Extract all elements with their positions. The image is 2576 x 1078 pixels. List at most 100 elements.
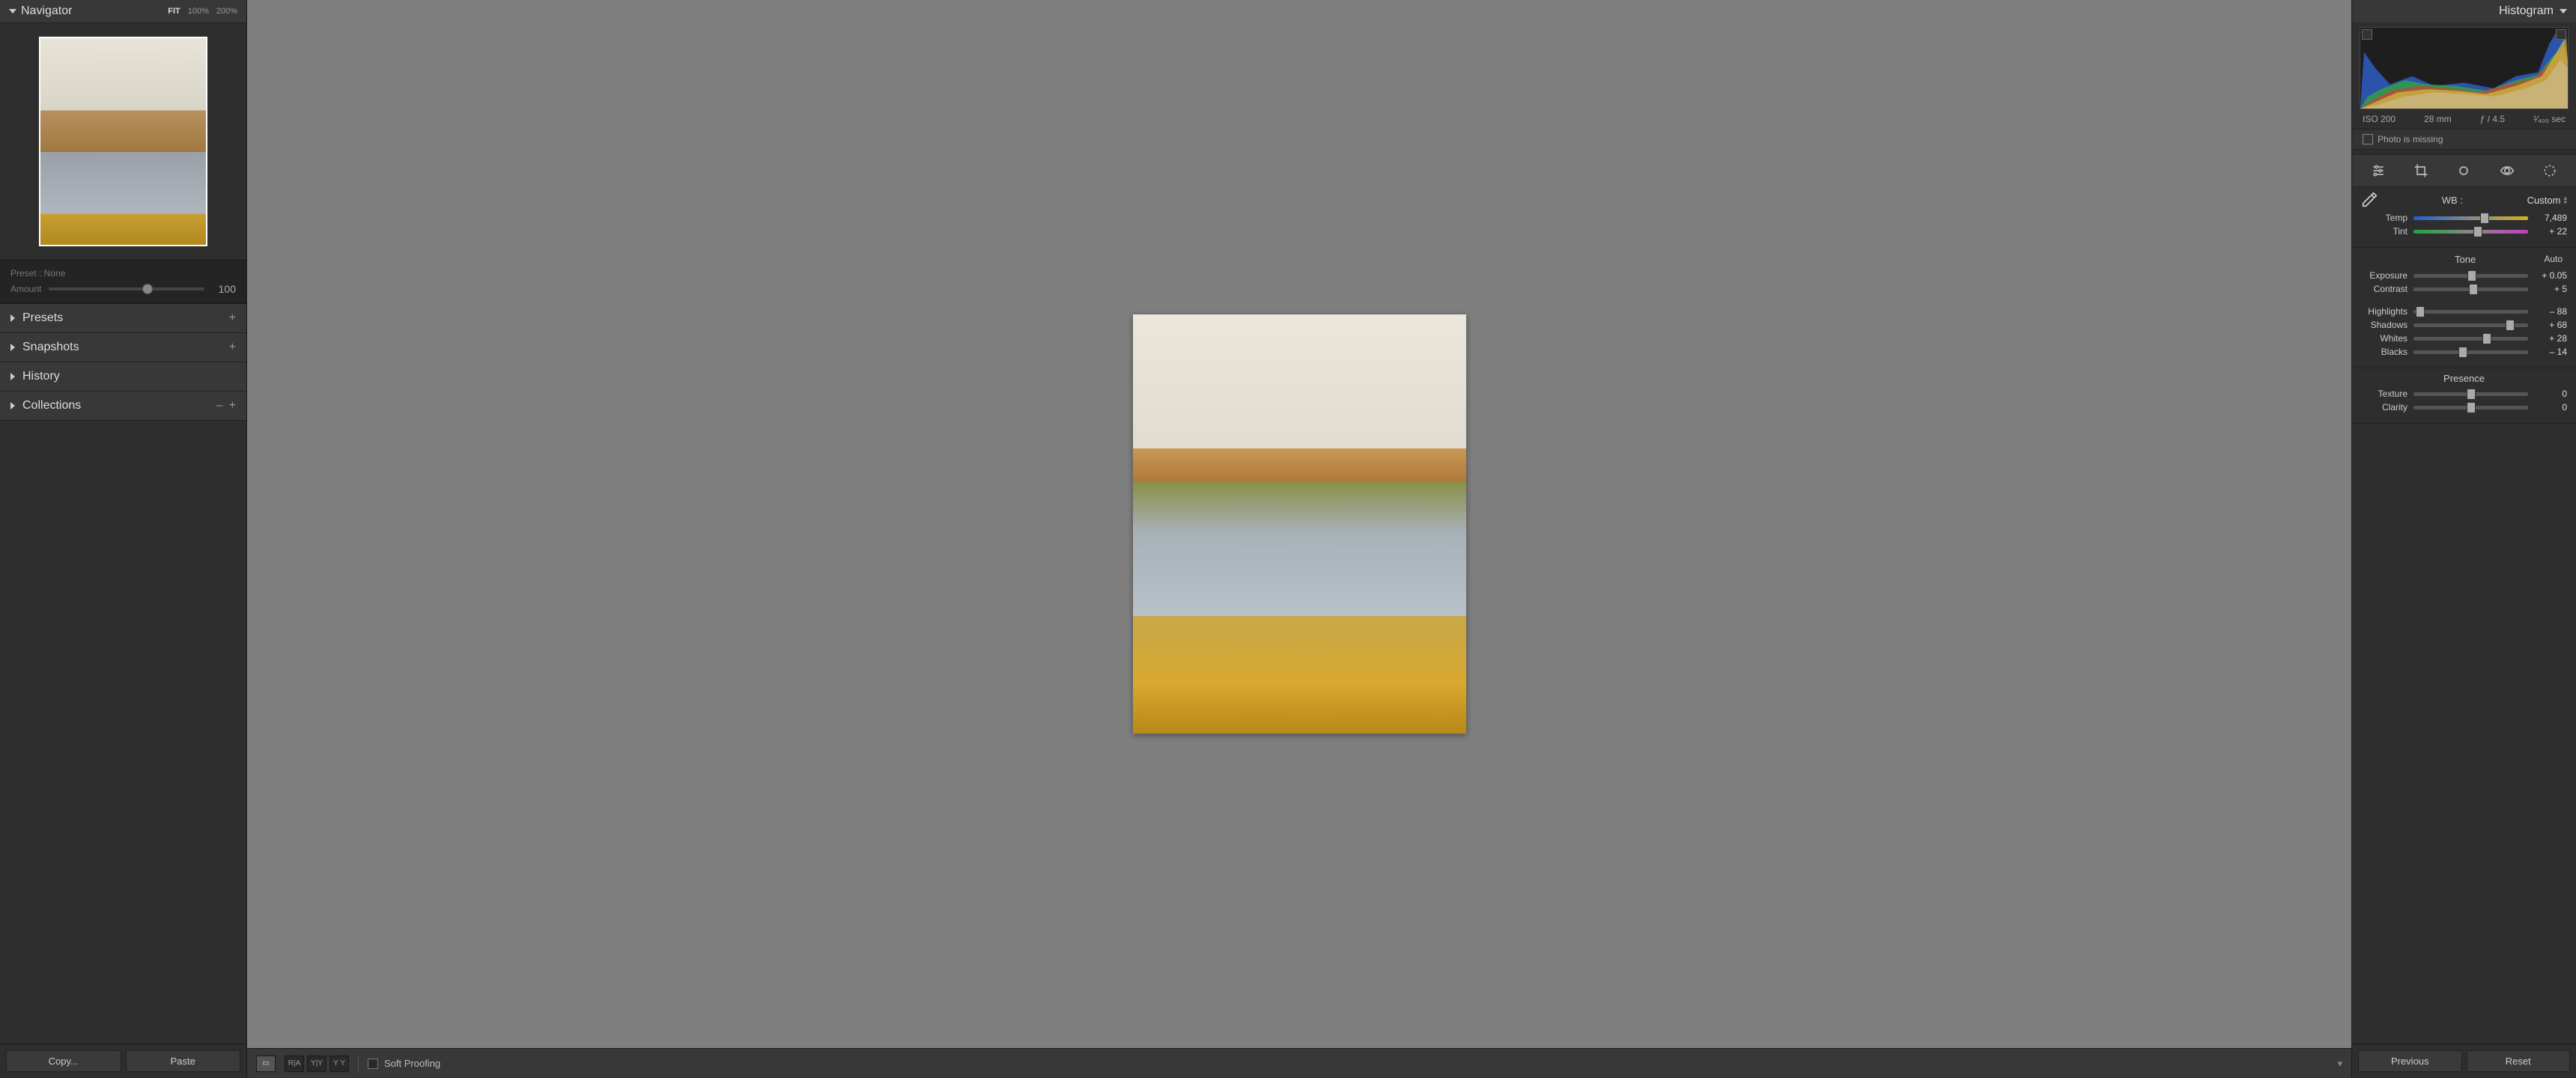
exif-row: ISO 200 28 mm ƒ / 4.5 ¹⁄₄₀₀ sec bbox=[2352, 112, 2576, 129]
warning-icon bbox=[2363, 134, 2373, 144]
contrast-slider[interactable] bbox=[2414, 287, 2528, 291]
clarity-label: Clarity bbox=[2361, 402, 2408, 412]
exif-iso: ISO 200 bbox=[2363, 114, 2396, 124]
center-area: ▭ R|A Y|Y Y Y Soft Proofing ▾ bbox=[247, 0, 2351, 1078]
blacks-label: Blacks bbox=[2361, 347, 2408, 357]
exposure-slider[interactable] bbox=[2414, 274, 2528, 278]
reset-button[interactable]: Reset bbox=[2467, 1050, 2571, 1072]
presence-section: Presence Texture 0 Clarity 0 bbox=[2352, 368, 2576, 424]
masking-icon[interactable] bbox=[2535, 161, 2565, 180]
remove-icon[interactable]: – bbox=[216, 399, 223, 412]
soft-proofing-checkbox[interactable] bbox=[368, 1059, 378, 1069]
tint-slider[interactable] bbox=[2414, 230, 2528, 234]
shadows-label: Shadows bbox=[2361, 320, 2408, 330]
amount-label: Amount bbox=[10, 284, 41, 294]
white-balance-section: WB : Custom▴▾ Temp 7,489 Tint + 22 bbox=[2352, 187, 2576, 248]
exif-shutter: ¹⁄₄₀₀ sec bbox=[2533, 114, 2566, 124]
main-photo[interactable] bbox=[1133, 314, 1466, 734]
wb-mode-select[interactable]: Custom▴▾ bbox=[2527, 195, 2567, 206]
toolbar-menu-icon[interactable]: ▾ bbox=[2337, 1058, 2342, 1070]
tone-section: Tone Auto Exposure + 0.05 Contrast + 5 Hig… bbox=[2352, 248, 2576, 368]
tone-title: Tone bbox=[2391, 254, 2539, 265]
before-after-yy-button[interactable]: Y Y bbox=[329, 1056, 349, 1072]
blacks-value[interactable]: – 14 bbox=[2534, 347, 2567, 357]
highlights-label: Highlights bbox=[2361, 306, 2408, 317]
contrast-label: Contrast bbox=[2361, 284, 2408, 294]
edit-sliders-icon[interactable] bbox=[2363, 161, 2393, 180]
zoom-fit[interactable]: FIT bbox=[168, 7, 180, 16]
temp-value[interactable]: 7,489 bbox=[2534, 213, 2567, 223]
healing-icon[interactable] bbox=[2449, 161, 2479, 180]
before-after-split-button[interactable]: Y|Y bbox=[307, 1056, 326, 1072]
add-icon[interactable]: + bbox=[229, 311, 236, 325]
collections-section[interactable]: Collections –+ bbox=[0, 392, 246, 421]
crop-icon[interactable] bbox=[2406, 161, 2436, 180]
eyedropper-icon[interactable] bbox=[2361, 192, 2378, 208]
amount-slider[interactable] bbox=[49, 287, 204, 290]
histogram-title: Histogram bbox=[2499, 4, 2554, 18]
navigator-title: Navigator bbox=[21, 4, 72, 18]
texture-slider[interactable] bbox=[2414, 392, 2528, 396]
shadows-value[interactable]: + 68 bbox=[2534, 320, 2567, 330]
preset-preview-box: Preset : None Amount 100 bbox=[0, 260, 246, 303]
presets-section[interactable]: Presets + bbox=[0, 304, 246, 333]
loupe-view-button[interactable]: ▭ bbox=[256, 1056, 276, 1072]
missing-label: Photo is missing bbox=[2378, 134, 2443, 144]
auto-tone-button[interactable]: Auto bbox=[2539, 252, 2567, 266]
photo-missing-warning: Photo is missing bbox=[2352, 129, 2576, 150]
wb-label: WB : bbox=[2442, 195, 2463, 206]
contrast-value[interactable]: + 5 bbox=[2534, 284, 2567, 294]
preset-label: Preset : None bbox=[10, 268, 236, 278]
collapse-icon[interactable] bbox=[2560, 9, 2567, 13]
blacks-slider[interactable] bbox=[2414, 350, 2528, 354]
exif-focal: 28 mm bbox=[2424, 114, 2452, 124]
clarity-value[interactable]: 0 bbox=[2534, 402, 2567, 412]
bottom-toolbar: ▭ R|A Y|Y Y Y Soft Proofing ▾ bbox=[247, 1048, 2351, 1078]
highlights-slider[interactable] bbox=[2414, 310, 2528, 314]
zoom-200[interactable]: 200% bbox=[216, 7, 237, 16]
tint-value[interactable]: + 22 bbox=[2534, 226, 2567, 237]
expand-icon bbox=[10, 402, 15, 409]
expand-icon bbox=[10, 344, 15, 351]
histogram-display[interactable] bbox=[2360, 27, 2569, 109]
previous-button[interactable]: Previous bbox=[2358, 1050, 2462, 1072]
add-icon[interactable]: + bbox=[229, 399, 236, 412]
copy-button[interactable]: Copy... bbox=[6, 1050, 121, 1072]
expand-icon bbox=[10, 314, 15, 322]
clarity-slider[interactable] bbox=[2414, 406, 2528, 409]
temp-label: Temp bbox=[2361, 213, 2408, 223]
zoom-100[interactable]: 100% bbox=[188, 7, 209, 16]
shadows-slider[interactable] bbox=[2414, 323, 2528, 327]
collapse-icon[interactable] bbox=[9, 9, 16, 13]
highlight-clipping-icon[interactable] bbox=[2556, 29, 2566, 40]
whites-label: Whites bbox=[2361, 333, 2408, 344]
presence-title: Presence bbox=[2361, 373, 2567, 384]
navigator-thumbnail-wrap bbox=[0, 23, 246, 260]
exif-aperture: ƒ / 4.5 bbox=[2480, 114, 2505, 124]
whites-value[interactable]: + 28 bbox=[2534, 333, 2567, 344]
whites-slider[interactable] bbox=[2414, 337, 2528, 341]
tint-label: Tint bbox=[2361, 226, 2408, 237]
navigator-thumbnail[interactable] bbox=[39, 37, 207, 246]
paste-button[interactable]: Paste bbox=[126, 1050, 241, 1072]
history-section[interactable]: History bbox=[0, 362, 246, 392]
tool-strip bbox=[2352, 154, 2576, 187]
canvas[interactable] bbox=[247, 0, 2351, 1048]
amount-value: 100 bbox=[212, 283, 236, 295]
shadow-clipping-icon[interactable] bbox=[2362, 29, 2372, 40]
right-panel: Histogram ISO 200 28 mm ƒ / 4.5 ¹⁄₄₀₀ se… bbox=[2351, 0, 2576, 1078]
soft-proofing-label: Soft Proofing bbox=[384, 1058, 440, 1069]
before-after-ra-button[interactable]: R|A bbox=[285, 1056, 304, 1072]
highlights-value[interactable]: – 88 bbox=[2534, 306, 2567, 317]
texture-label: Texture bbox=[2361, 389, 2408, 399]
add-icon[interactable]: + bbox=[229, 341, 236, 354]
temp-slider[interactable] bbox=[2414, 216, 2528, 220]
expand-icon bbox=[10, 373, 15, 380]
redeye-icon[interactable] bbox=[2492, 161, 2522, 180]
exposure-label: Exposure bbox=[2361, 270, 2408, 281]
histogram-header: Histogram bbox=[2352, 0, 2576, 22]
navigator-header: Navigator FIT 100% 200% bbox=[0, 0, 246, 23]
texture-value[interactable]: 0 bbox=[2534, 389, 2567, 399]
snapshots-section[interactable]: Snapshots + bbox=[0, 333, 246, 362]
exposure-value[interactable]: + 0.05 bbox=[2534, 270, 2567, 281]
